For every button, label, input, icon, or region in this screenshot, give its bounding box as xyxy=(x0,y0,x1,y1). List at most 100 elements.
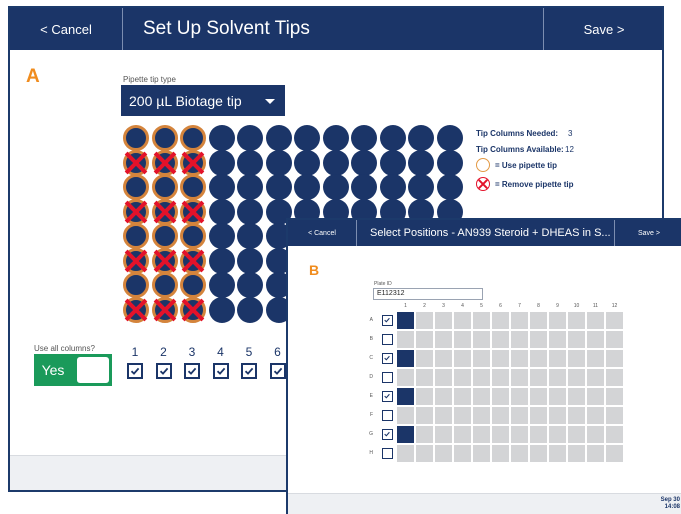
plate-well[interactable] xyxy=(529,330,548,349)
plate-well[interactable] xyxy=(434,387,453,406)
plate-well[interactable] xyxy=(548,387,567,406)
tip-well[interactable] xyxy=(379,174,406,200)
row-checkbox[interactable] xyxy=(382,334,393,345)
tip-well[interactable] xyxy=(208,247,235,274)
tip-well[interactable] xyxy=(322,174,349,200)
plate-well[interactable] xyxy=(548,425,567,444)
tip-well-remove[interactable] xyxy=(180,198,206,225)
tip-well-remove[interactable] xyxy=(123,198,149,225)
plate-well[interactable] xyxy=(434,311,453,330)
plate-well[interactable] xyxy=(548,406,567,425)
plate-well[interactable] xyxy=(605,330,624,349)
plate-well[interactable] xyxy=(567,330,586,349)
plate-well[interactable] xyxy=(548,311,567,330)
plate-well[interactable] xyxy=(586,349,605,368)
plate-well[interactable] xyxy=(434,444,453,463)
tip-well[interactable] xyxy=(436,125,463,151)
tip-well-remove[interactable] xyxy=(151,296,178,323)
plate-well[interactable] xyxy=(491,330,510,349)
tip-well-remove[interactable] xyxy=(123,296,149,323)
plate-well[interactable] xyxy=(453,425,472,444)
tip-well[interactable] xyxy=(408,174,434,200)
plate-well[interactable] xyxy=(605,368,624,387)
plate-well[interactable] xyxy=(472,387,491,406)
plate-well[interactable] xyxy=(453,406,472,425)
plate-well[interactable] xyxy=(396,425,415,444)
save-button[interactable]: Save > xyxy=(615,220,681,246)
tip-well-use[interactable] xyxy=(123,125,149,151)
plate-well[interactable] xyxy=(567,387,586,406)
plate-well[interactable] xyxy=(586,311,605,330)
tip-well[interactable] xyxy=(237,296,263,323)
column-checkbox[interactable] xyxy=(212,363,229,379)
tip-well-remove[interactable] xyxy=(180,149,206,176)
plate-well[interactable] xyxy=(453,349,472,368)
plate-well[interactable] xyxy=(567,368,586,387)
row-checkbox[interactable] xyxy=(382,372,393,383)
plate-well[interactable] xyxy=(491,387,510,406)
plate-well[interactable] xyxy=(605,444,624,463)
plate-well[interactable] xyxy=(434,368,453,387)
plate-well[interactable] xyxy=(415,311,434,330)
plate-well[interactable] xyxy=(472,368,491,387)
plate-well[interactable] xyxy=(434,330,453,349)
plate-well[interactable] xyxy=(491,425,510,444)
tip-well[interactable] xyxy=(351,149,377,176)
plate-well[interactable] xyxy=(472,444,491,463)
tip-well[interactable] xyxy=(379,149,406,176)
tip-well[interactable] xyxy=(294,174,320,200)
cancel-button[interactable]: < Cancel xyxy=(288,220,356,246)
plate-well[interactable] xyxy=(510,311,529,330)
tip-well[interactable] xyxy=(237,149,263,176)
plate-well[interactable] xyxy=(510,330,529,349)
plate-well[interactable] xyxy=(415,444,434,463)
tip-well[interactable] xyxy=(408,149,434,176)
plate-well[interactable] xyxy=(415,425,434,444)
plate-well[interactable] xyxy=(567,406,586,425)
plate-well[interactable] xyxy=(396,444,415,463)
tip-well-remove[interactable] xyxy=(123,247,149,274)
plate-well[interactable] xyxy=(415,349,434,368)
plate-well[interactable] xyxy=(510,349,529,368)
column-checkbox[interactable] xyxy=(184,363,200,379)
plate-well[interactable] xyxy=(529,387,548,406)
row-checkbox[interactable] xyxy=(382,391,393,402)
plate-well[interactable] xyxy=(529,406,548,425)
use-all-columns-toggle[interactable]: Yes xyxy=(34,354,112,386)
plate-well[interactable] xyxy=(453,387,472,406)
plate-well[interactable] xyxy=(586,368,605,387)
tip-well-remove[interactable] xyxy=(123,149,149,176)
plate-well[interactable] xyxy=(548,349,567,368)
tip-well[interactable] xyxy=(237,198,263,225)
plate-well[interactable] xyxy=(567,349,586,368)
tip-well-remove[interactable] xyxy=(151,149,178,176)
row-checkbox[interactable] xyxy=(382,448,393,459)
tip-well[interactable] xyxy=(208,125,235,151)
tip-well[interactable] xyxy=(208,149,235,176)
plate-well[interactable] xyxy=(415,387,434,406)
tip-well[interactable] xyxy=(237,247,263,274)
tip-well-use[interactable] xyxy=(151,223,178,249)
plate-well[interactable] xyxy=(434,425,453,444)
tip-well[interactable] xyxy=(436,149,463,176)
plate-well[interactable] xyxy=(453,444,472,463)
tip-well-use[interactable] xyxy=(180,272,206,298)
tip-well[interactable] xyxy=(322,149,349,176)
plate-well[interactable] xyxy=(510,425,529,444)
row-checkbox[interactable] xyxy=(382,429,393,440)
plate-well[interactable] xyxy=(510,444,529,463)
plate-well[interactable] xyxy=(491,444,510,463)
plate-well[interactable] xyxy=(586,330,605,349)
tip-well[interactable] xyxy=(265,149,292,176)
plate-well[interactable] xyxy=(491,368,510,387)
tip-well[interactable] xyxy=(265,174,292,200)
plate-well[interactable] xyxy=(491,349,510,368)
plate-well[interactable] xyxy=(434,349,453,368)
tip-well-use[interactable] xyxy=(123,223,149,249)
plate-well[interactable] xyxy=(472,349,491,368)
plate-well[interactable] xyxy=(567,425,586,444)
plate-well[interactable] xyxy=(510,387,529,406)
plate-well[interactable] xyxy=(529,444,548,463)
plate-well[interactable] xyxy=(586,387,605,406)
plate-well[interactable] xyxy=(396,368,415,387)
